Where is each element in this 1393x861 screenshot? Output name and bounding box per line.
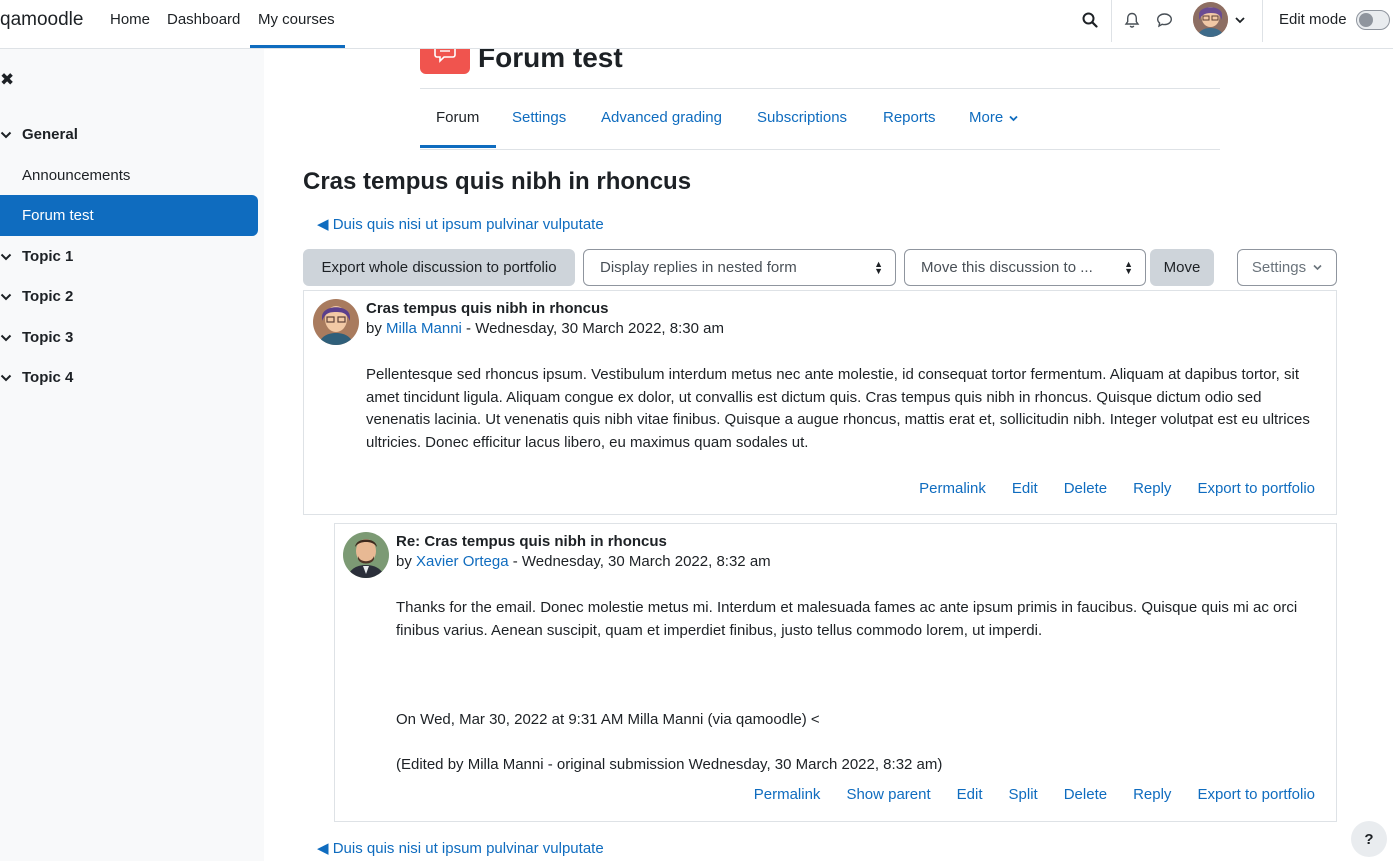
split-link[interactable]: Split: [1009, 786, 1038, 803]
export-portfolio-link[interactable]: Export to portfolio: [1197, 480, 1315, 497]
discussion-title: Cras tempus quis nibh in rhoncus: [303, 168, 692, 195]
tabs-divider: [420, 149, 1220, 150]
tab-more[interactable]: More: [969, 109, 1018, 126]
chevron-down-icon: [0, 253, 12, 261]
forum-icon: [420, 45, 470, 74]
edit-link[interactable]: Edit: [1012, 480, 1038, 497]
tab-subscriptions[interactable]: Subscriptions: [757, 109, 847, 126]
author-link[interactable]: Milla Manni: [386, 320, 462, 337]
section-topic-1[interactable]: Topic 1: [0, 248, 73, 265]
messages-icon[interactable]: [1154, 10, 1174, 30]
top-navbar: qamoodle Home Dashboard My courses Edit …: [0, 0, 1393, 49]
nav-my-courses[interactable]: My courses: [258, 11, 335, 28]
header-divider: [420, 88, 1220, 89]
select-caret-icon: ▲ ▼: [1124, 259, 1133, 276]
by-label: by: [366, 320, 382, 337]
help-button[interactable]: ?: [1351, 821, 1387, 857]
author-link[interactable]: Xavier Ortega: [416, 553, 509, 570]
export-discussion-button[interactable]: Export whole discussion to portfolio: [303, 249, 575, 286]
user-avatar[interactable]: [1193, 2, 1228, 37]
display-mode-value: Display replies in nested form: [600, 259, 797, 276]
post-byline: by Milla Manni - Wednesday, 30 March 202…: [366, 320, 724, 337]
settings-label: Settings: [1251, 259, 1307, 276]
navbar-divider: [1111, 0, 1112, 42]
reply-link[interactable]: Reply: [1133, 786, 1171, 803]
select-caret-icon: ▲ ▼: [874, 259, 883, 276]
author-avatar[interactable]: [313, 299, 359, 345]
section-topic-2[interactable]: Topic 2: [0, 288, 73, 305]
permalink-link[interactable]: Permalink: [754, 786, 821, 803]
reply-link[interactable]: Reply: [1133, 480, 1171, 497]
post-subject: Cras tempus quis nibh in rhoncus: [366, 300, 609, 317]
chevron-down-icon: [1009, 115, 1018, 121]
prev-discussion-link[interactable]: ◀ Duis quis nisi ut ipsum pulvinar vulpu…: [317, 215, 604, 233]
course-index-drawer: ✖ General Announcements Forum test Topic…: [0, 49, 264, 861]
delete-link[interactable]: Delete: [1064, 786, 1107, 803]
tab-more-label: More: [969, 109, 1004, 126]
chevron-down-icon: [1313, 264, 1322, 271]
post-byline: by Xavier Ortega - Wednesday, 30 March 2…: [396, 553, 771, 570]
tab-reports[interactable]: Reports: [883, 109, 936, 126]
move-discussion-value: Move this discussion to ...: [921, 259, 1093, 276]
author-avatar[interactable]: [343, 532, 389, 578]
export-portfolio-link[interactable]: Export to portfolio: [1197, 786, 1315, 803]
chevron-down-icon[interactable]: [1230, 10, 1250, 30]
section-label: General: [22, 126, 78, 143]
section-topic-3[interactable]: Topic 3: [0, 329, 73, 346]
tab-advanced-grading[interactable]: Advanced grading: [601, 109, 722, 126]
settings-dropdown-button[interactable]: Settings: [1237, 249, 1337, 286]
post-date: - Wednesday, 30 March 2022, 8:30 am: [461, 320, 724, 337]
post-actions: Permalink Show parent Edit Split Delete …: [728, 786, 1315, 803]
move-button[interactable]: Move: [1150, 249, 1214, 286]
forum-reply-post: Re: Cras tempus quis nibh in rhoncus by …: [334, 523, 1337, 822]
nav-home[interactable]: Home: [110, 11, 150, 28]
permalink-link[interactable]: Permalink: [919, 480, 986, 497]
post-body: Thanks for the email. Donec molestie met…: [396, 599, 1298, 639]
section-general[interactable]: General: [0, 126, 78, 143]
section-label: Topic 3: [22, 329, 74, 346]
active-tab-indicator: [420, 145, 496, 148]
edit-mode-toggle[interactable]: [1356, 10, 1390, 30]
section-label: Topic 1: [22, 248, 74, 265]
chevron-down-icon: [0, 131, 12, 139]
close-icon[interactable]: ✖: [0, 70, 14, 90]
post-subject: Re: Cras tempus quis nibh in rhoncus: [396, 533, 667, 550]
tab-forum[interactable]: Forum: [436, 109, 479, 126]
toggle-knob: [1359, 13, 1373, 27]
tab-settings[interactable]: Settings: [512, 109, 566, 126]
prev-discussion-link-bottom[interactable]: ◀ Duis quis nisi ut ipsum pulvinar vulpu…: [317, 839, 604, 857]
section-label: Topic 2: [22, 288, 74, 305]
nav-dashboard[interactable]: Dashboard: [167, 11, 240, 28]
drawer-item-announcements[interactable]: Announcements: [22, 167, 130, 184]
nav-active-indicator: [250, 45, 345, 48]
move-discussion-select[interactable]: Move this discussion to ... ▲ ▼: [904, 249, 1146, 286]
navbar-divider: [1262, 0, 1263, 42]
chevron-down-icon: [0, 293, 12, 301]
search-icon[interactable]: [1080, 10, 1100, 30]
post-date: - Wednesday, 30 March 2022, 8:32 am: [508, 553, 771, 570]
bell-icon[interactable]: [1122, 10, 1142, 30]
post-actions: Permalink Edit Delete Reply Export to po…: [893, 480, 1315, 497]
section-label: Topic 4: [22, 369, 74, 386]
by-label: by: [396, 553, 412, 570]
chevron-down-icon: [0, 374, 12, 382]
site-brand[interactable]: qamoodle: [0, 9, 83, 31]
delete-link[interactable]: Delete: [1064, 480, 1107, 497]
drawer-item-forum-test[interactable]: Forum test: [0, 195, 258, 236]
display-mode-select[interactable]: Display replies in nested form ▲ ▼: [583, 249, 896, 286]
forum-post: Cras tempus quis nibh in rhoncus by Mill…: [303, 290, 1337, 515]
post-body: Pellentesque sed rhoncus ipsum. Vestibul…: [366, 366, 1310, 451]
section-topic-4[interactable]: Topic 4: [0, 369, 73, 386]
edited-note: (Edited by Milla Manni - original submis…: [396, 756, 943, 773]
quoted-email-line: On Wed, Mar 30, 2022 at 9:31 AM Milla Ma…: [396, 711, 820, 728]
edit-mode-label: Edit mode: [1279, 11, 1347, 28]
edit-link[interactable]: Edit: [957, 786, 983, 803]
chevron-down-icon: [0, 334, 12, 342]
show-parent-link[interactable]: Show parent: [846, 786, 930, 803]
